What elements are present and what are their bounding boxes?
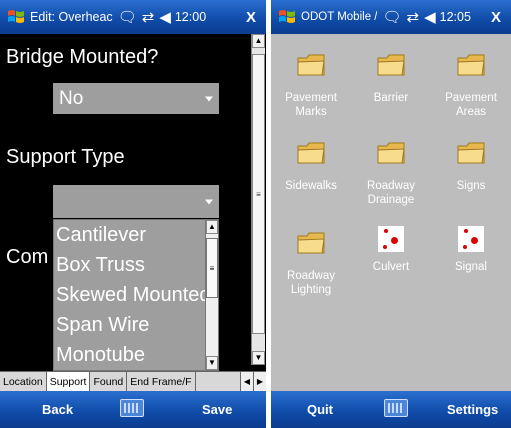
tab-found[interactable]: Found (90, 372, 128, 391)
scroll-down-arrow-icon[interactable]: ▼ (252, 351, 265, 365)
left-title-bar: Edit: Overheac 🗨 ⇄ ◀ 12:00 X (0, 0, 266, 34)
save-softkey[interactable]: Save (202, 402, 232, 417)
right-clock[interactable]: 12:05 (440, 10, 471, 24)
bridge-mounted-label: Bridge Mounted? (6, 46, 159, 68)
grid-item-label: Signal (455, 261, 487, 273)
dropdown-option[interactable]: Cantilever (56, 224, 146, 247)
connectivity-arrows-icon[interactable]: ⇄ (142, 10, 155, 25)
arrow-left-icon[interactable]: ◀ (240, 372, 253, 391)
grid-item-label: Signs (456, 180, 486, 192)
grid-item-signs[interactable]: Signs (431, 140, 511, 193)
tab-scroll-arrows: ◀ ▶ (240, 372, 266, 391)
grid-item-barrier[interactable]: Barrier (351, 52, 431, 105)
scroll-down-arrow-icon[interactable]: ▼ (206, 356, 218, 370)
dropdown-scroll-thumb[interactable]: ≡ (206, 238, 218, 298)
speaker-icon[interactable]: ◀ (159, 10, 171, 25)
quit-softkey[interactable]: Quit (307, 402, 333, 417)
support-type-select[interactable] (53, 185, 219, 218)
settings-softkey[interactable]: Settings (447, 402, 498, 417)
grid-item-signal[interactable]: Signal (431, 226, 511, 274)
arrow-right-icon[interactable]: ▶ (253, 372, 266, 391)
dropdown-scrollbar[interactable]: ▲ ≡ ▼ (205, 220, 218, 370)
tab-support[interactable]: Support (46, 372, 91, 391)
bridge-mounted-value: No (59, 87, 84, 109)
grid-item-pavement-marks[interactable]: Pavement Marks (271, 52, 351, 119)
grid-item-label: Roadway Lighting (287, 270, 335, 296)
right-softkey-bar: Quit Settings (271, 391, 511, 428)
right-window-title: ODOT Mobile / (301, 11, 378, 23)
grid-item-label: Pavement Marks (285, 92, 337, 118)
dropdown-option[interactable]: Span Wire (56, 314, 149, 337)
bridge-mounted-select[interactable]: No (53, 83, 219, 114)
grid-item-label: Sidewalks (285, 180, 337, 192)
chevron-down-icon (205, 96, 213, 101)
right-close-button[interactable]: X (487, 8, 505, 26)
left-window-title: Edit: Overheac (30, 10, 113, 24)
grid-item-pavement-areas[interactable]: Pavement Areas (431, 52, 511, 119)
tab-location[interactable]: Location (0, 372, 47, 391)
windows-flag-icon[interactable] (277, 7, 297, 27)
grid-item-culvert[interactable]: Culvert (351, 226, 431, 274)
dropdown-option[interactable]: Monotube (56, 344, 145, 367)
folder-icon (297, 232, 325, 254)
scroll-up-arrow-icon[interactable]: ▲ (252, 34, 265, 48)
folder-icon (377, 54, 405, 76)
connectivity-arrows-icon[interactable]: ⇄ (407, 10, 420, 25)
grid-item-label: Culvert (372, 261, 410, 273)
folder-icon (297, 142, 325, 164)
grid-item-label: Pavement Areas (445, 92, 497, 118)
left-close-button[interactable]: X (242, 8, 260, 26)
left-softkey-bar: Back Save (0, 391, 266, 428)
left-clock[interactable]: 12:00 (175, 10, 206, 24)
support-type-label: Support Type (6, 146, 125, 168)
right-screen: ODOT Mobile / 🗨 ⇄ ◀ 12:05 X Pavement Mar… (271, 0, 511, 428)
grid-item-label: Barrier (373, 92, 409, 104)
scroll-up-arrow-icon[interactable]: ▲ (206, 220, 218, 234)
windows-flag-icon[interactable] (6, 7, 26, 27)
left-screen: Edit: Overheac 🗨 ⇄ ◀ 12:00 X Bridge Moun… (0, 0, 266, 428)
right-title-bar: ODOT Mobile / 🗨 ⇄ ◀ 12:05 X (271, 0, 511, 34)
back-softkey[interactable]: Back (42, 402, 73, 417)
red-dots-icon (458, 226, 484, 252)
red-dots-icon (378, 226, 404, 252)
folder-icon (457, 54, 485, 76)
tab-end-frame[interactable]: End Frame/F (127, 372, 196, 391)
form-scrollbar[interactable]: ▲ ≡ ▼ (251, 34, 265, 365)
folder-icon (457, 142, 485, 164)
dropdown-option[interactable]: Box Truss (56, 254, 145, 277)
speaker-icon[interactable]: ◀ (424, 10, 436, 25)
grid-item-roadway-lighting[interactable]: Roadway Lighting (271, 230, 351, 297)
support-type-dropdown-list[interactable]: Cantilever Box Truss Skewed Mounted Span… (53, 219, 219, 371)
folder-icon (297, 54, 325, 76)
keyboard-icon[interactable] (384, 399, 408, 417)
folder-icon (377, 142, 405, 164)
chevron-down-icon (205, 199, 213, 204)
keyboard-icon[interactable] (120, 399, 144, 417)
chat-bubble-icon[interactable]: 🗨 (382, 10, 401, 25)
dropdown-option[interactable]: Skewed Mounted (56, 284, 211, 307)
grid-item-sidewalks[interactable]: Sidewalks (271, 140, 351, 193)
grid-item-label: Roadway Drainage (367, 180, 415, 206)
tab-strip: Location Support Found End Frame/F ◀ ▶ (0, 371, 266, 391)
scroll-thumb[interactable]: ≡ (252, 54, 265, 334)
comments-label: Com (6, 246, 49, 268)
grid-item-roadway-drainage[interactable]: Roadway Drainage (351, 140, 431, 207)
chat-bubble-icon[interactable]: 🗨 (118, 10, 137, 25)
